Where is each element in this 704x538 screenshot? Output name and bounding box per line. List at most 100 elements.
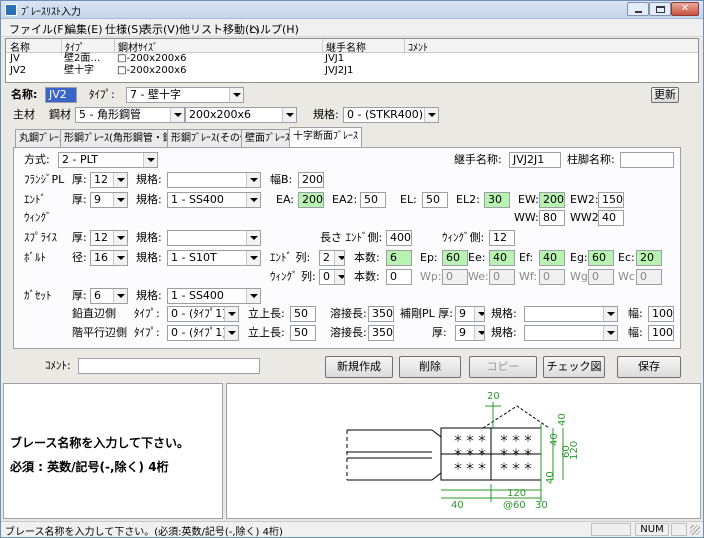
steel-select[interactable]: 5 - 角形鋼管 — [75, 107, 185, 123]
stiff-thick-select-1[interactable]: 9 — [455, 306, 485, 322]
delete-button[interactable]: 削除 — [399, 356, 461, 378]
wp-input[interactable]: 0 — [442, 269, 468, 285]
save-button[interactable]: 保存 — [617, 356, 681, 378]
stiff-width-input-2[interactable]: 100 — [648, 325, 674, 341]
ec-input[interactable]: 20 — [636, 250, 662, 266]
ww-input[interactable]: 80 — [539, 210, 565, 226]
svg-text:＊: ＊ — [511, 434, 521, 445]
splice-thick-select[interactable]: 12 — [90, 230, 128, 246]
name-input[interactable]: JV2 — [45, 87, 77, 103]
drawing-panel: ＊＊＊ ＊＊＊ ＊＊＊ ＊＊＊ ＊＊＊ ＊＊＊ 20 40 40 60 120 … — [226, 383, 701, 519]
table-row[interactable]: JV2 壁十字 □-200x200x6 JVJ2J1 — [6, 65, 698, 77]
col-name[interactable]: 名称 — [10, 39, 30, 54]
spec-select[interactable]: 0 - (STKR400) — [343, 107, 439, 123]
menu-spec[interactable]: 仕様(S) — [105, 21, 143, 37]
check-drawing-button[interactable]: チェック図 — [543, 356, 605, 378]
gusset-spec-select[interactable]: 1 - SS400 — [167, 288, 261, 304]
brace-list[interactable]: 名称 ﾀｲﾌﾟ 鋼材ｻｲｽﾞ 継手名称 ｺﾒﾝﾄ JV 壁2面… □-200x2… — [5, 38, 699, 83]
ef-input[interactable]: 40 — [539, 250, 565, 266]
horizontal-rise-input[interactable]: 50 — [290, 325, 316, 341]
ea-input[interactable]: 200 — [298, 192, 324, 208]
size-value: 200x200x6 — [189, 108, 252, 121]
horizontal-weld-input[interactable]: 350 — [368, 325, 394, 341]
col-joint[interactable]: 継手名称 — [322, 39, 366, 54]
bolt-spec-label: 規格: — [136, 251, 162, 264]
vertical-weld-input[interactable]: 350 — [368, 306, 394, 322]
menu-edit[interactable]: 編集(E) — [65, 21, 103, 37]
copy-button[interactable]: コピー — [469, 356, 537, 378]
we-input[interactable]: 0 — [489, 269, 515, 285]
ea2-input[interactable]: 50 — [360, 192, 386, 208]
stiff-thick-select-2[interactable]: 9 — [455, 325, 485, 341]
col-type[interactable]: ﾀｲﾌﾟ — [61, 39, 85, 54]
bolt-dia-select[interactable]: 16 — [90, 250, 128, 266]
chevron-down-icon — [224, 326, 238, 340]
ep-label: Ep: — [420, 251, 438, 264]
flange-spec-select[interactable] — [167, 172, 261, 188]
ww2-input[interactable]: 40 — [598, 210, 624, 226]
minimize-button[interactable] — [627, 2, 649, 16]
update-button[interactable]: 更新 — [651, 87, 679, 103]
end-thick-select[interactable]: 9 — [90, 192, 128, 208]
size-select[interactable]: 200x200x6 — [185, 107, 297, 123]
svg-text:＊: ＊ — [453, 462, 463, 473]
stiff-width-input-1[interactable]: 100 — [648, 306, 674, 322]
splice-spec-select[interactable] — [167, 230, 261, 246]
stiff-spec-label: 規格: — [491, 307, 517, 320]
gusset-spec-label: 規格: — [136, 289, 162, 302]
ew-input[interactable]: 200 — [539, 192, 565, 208]
length-end-label: 長さ ｴﾝﾄﾞ側: — [320, 231, 383, 244]
el-input[interactable]: 50 — [422, 192, 448, 208]
end-thick-label: 厚: — [72, 193, 87, 206]
col-size[interactable]: 鋼材ｻｲｽﾞ — [114, 39, 158, 54]
length-end-input[interactable]: 400 — [386, 230, 412, 246]
menu-other-list[interactable]: 他リスト移動(L) — [179, 21, 260, 37]
tab-cross-section-brace[interactable]: 十字断面ﾌﾞﾚｰｽ — [289, 127, 362, 148]
menu-file[interactable]: ファイル(F) — [9, 21, 68, 37]
wc-input[interactable]: 0 — [636, 269, 662, 285]
column-name-input[interactable] — [620, 152, 674, 168]
copy-label: コピー — [486, 360, 520, 373]
vertical-type-select[interactable]: 0 - (ﾀｲﾌﾟ1) — [167, 306, 239, 322]
wf-input[interactable]: 0 — [539, 269, 565, 285]
flange-thick-select[interactable]: 12 — [90, 172, 128, 188]
ep-input[interactable]: 60 — [442, 250, 468, 266]
svg-text:＊: ＊ — [453, 434, 463, 445]
type-select[interactable]: 7 - 壁十字 — [126, 87, 244, 103]
menu-help[interactable]: ヘルプ(H) — [249, 21, 299, 37]
tab-wall-brace[interactable]: 壁面ﾌﾞﾚｰｽ — [241, 129, 294, 147]
chevron-down-icon — [603, 326, 617, 340]
horizontal-type-select[interactable]: 0 - (ﾀｲﾌﾟ1) — [167, 325, 239, 341]
menu-view[interactable]: 表示(V) — [141, 21, 179, 37]
ee-input[interactable]: 40 — [489, 250, 515, 266]
bolt-spec-select[interactable]: 1 - S10T — [167, 250, 261, 266]
message-panel: ブレース名称を入力して下さい。 必須 : 英数/記号(-,除く) 4桁 — [3, 383, 223, 519]
close-button[interactable]: ✕ — [671, 2, 699, 16]
end-spec-select[interactable]: 1 - SS400 — [167, 192, 261, 208]
wg-input[interactable]: 0 — [588, 269, 614, 285]
end-count-input[interactable]: 6 — [386, 250, 412, 266]
ew2-input[interactable]: 150 — [598, 192, 624, 208]
vertical-rise-input[interactable]: 50 — [290, 306, 316, 322]
message-line-1: ブレース名称を入力して下さい。 — [10, 436, 190, 450]
col-comment[interactable]: ｺﾒﾝﾄ — [404, 39, 428, 54]
comment-input[interactable] — [78, 358, 260, 374]
wing-rows-select[interactable]: 0 — [319, 269, 345, 285]
eg-input[interactable]: 60 — [588, 250, 614, 266]
maximize-button[interactable] — [649, 2, 671, 16]
length-wing-input[interactable]: 12 — [489, 230, 515, 246]
gusset-thick-select[interactable]: 6 — [90, 288, 128, 304]
stiff-spec-select-1[interactable] — [524, 306, 618, 322]
list-header: 名称 ﾀｲﾌﾟ 鋼材ｻｲｽﾞ 継手名称 ｺﾒﾝﾄ — [6, 39, 698, 54]
width-b-input[interactable]: 200 — [298, 172, 324, 188]
method-select[interactable]: 2 - PLT — [58, 152, 158, 168]
ea-label: EA: — [276, 193, 294, 206]
wing-count-input[interactable]: 0 — [386, 269, 412, 285]
stiff-spec-select-2[interactable] — [524, 325, 618, 341]
resize-grip-icon[interactable] — [690, 525, 700, 535]
end-rows-select[interactable]: 2 — [319, 250, 345, 266]
joint-name-input[interactable]: JVJ2J1 — [509, 152, 561, 168]
table-row[interactable]: JV 壁2面… □-200x200x6 JVJ1 — [6, 53, 698, 65]
new-button[interactable]: 新規作成 — [325, 356, 393, 378]
el2-input[interactable]: 30 — [484, 192, 510, 208]
